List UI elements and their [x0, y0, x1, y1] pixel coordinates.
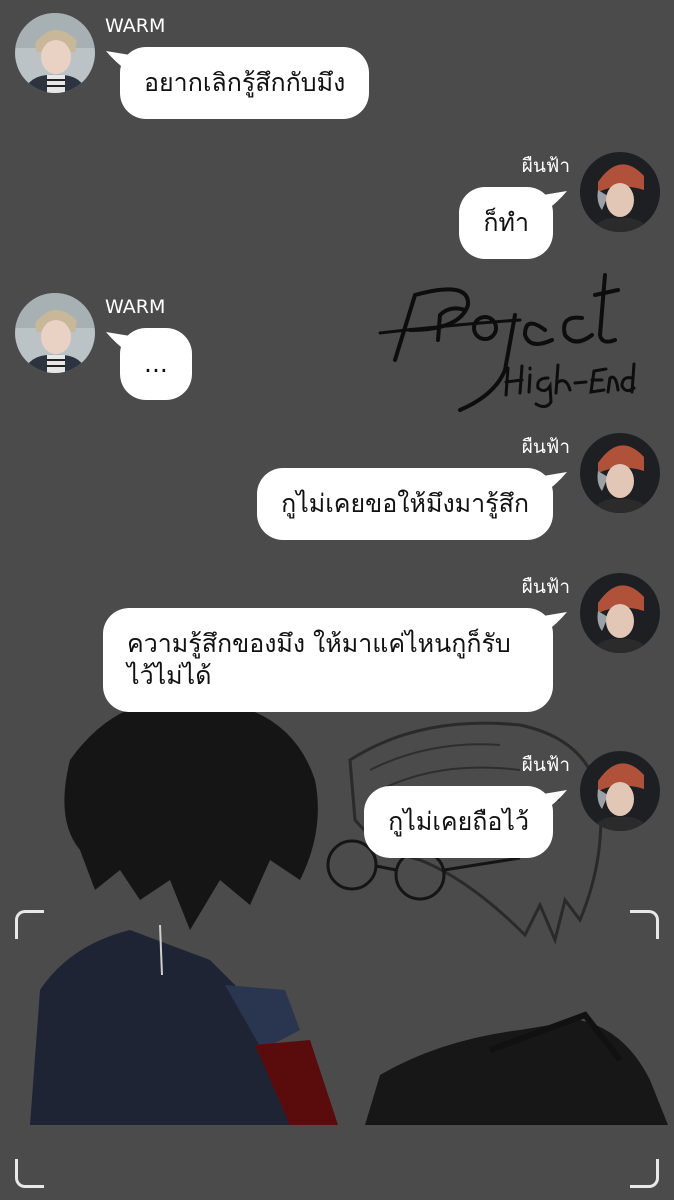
bubble-tail-icon — [543, 472, 567, 494]
sender-name: ผืนฟ้า — [521, 155, 570, 177]
bubble-tail-icon — [543, 612, 567, 634]
bubble-tail-icon — [543, 191, 567, 213]
sender-name: ผืนฟ้า — [521, 576, 570, 598]
sender-name: ผืนฟ้า — [521, 436, 570, 458]
bubble-tail-icon — [106, 51, 130, 73]
message-bubble[interactable]: ความรู้สึกของมึง ให้มาแค่ไหนกูก็รับไว้ไม… — [103, 608, 567, 712]
sender-name: ผืนฟ้า — [521, 754, 570, 776]
viewfinder-corner-top-left — [15, 910, 44, 939]
message-bubble[interactable]: ... — [106, 328, 192, 400]
message-text: อยากเลิกรู้สึกกับมึง — [144, 68, 346, 97]
viewfinder-corner-bottom-left — [15, 1159, 44, 1188]
bubble-tail-icon — [543, 790, 567, 812]
bubble-tail-icon — [106, 332, 130, 354]
figure-left-hair — [64, 698, 318, 930]
avatar-puenfah[interactable] — [580, 751, 660, 831]
message-text: กูไม่เคยขอให้มึงมารู้สึก — [281, 489, 529, 518]
message-text: ... — [144, 349, 168, 378]
project-high-end-logo — [378, 273, 620, 412]
project-high-end-subtitle — [504, 362, 636, 409]
avatar-puenfah[interactable] — [580, 152, 660, 232]
sender-name: WARM — [105, 296, 166, 318]
avatar-warm[interactable] — [15, 293, 95, 373]
viewfinder-corner-top-right — [630, 910, 659, 939]
sender-name: WARM — [105, 15, 166, 37]
avatar-puenfah[interactable] — [580, 433, 660, 513]
background-illustration — [30, 273, 668, 1125]
message-bubble[interactable]: กูไม่เคยขอให้มึงมารู้สึก — [257, 468, 567, 540]
chat-screen: WARM อยากเลิกรู้สึกกับมึง ผืนฟ้า ก็ทำ WA… — [0, 0, 674, 1200]
figure-right-glasses-right — [394, 849, 446, 901]
message-text: ความรู้สึกของมึง ให้มาแค่ไหนกูก็รับไว้ไม… — [127, 629, 511, 690]
message-bubble[interactable]: ก็ทำ — [459, 187, 567, 259]
figure-right-jacket — [365, 1020, 668, 1125]
viewfinder-corner-bottom-right — [630, 1159, 659, 1188]
message-text: กูไม่เคยถือไว้ — [388, 807, 529, 836]
avatar-warm[interactable] — [15, 13, 95, 93]
message-text: ก็ทำ — [483, 208, 529, 237]
avatar-puenfah[interactable] — [580, 573, 660, 653]
message-bubble[interactable]: อยากเลิกรู้สึกกับมึง — [106, 47, 370, 119]
message-bubble[interactable]: กูไม่เคยถือไว้ — [364, 786, 567, 858]
